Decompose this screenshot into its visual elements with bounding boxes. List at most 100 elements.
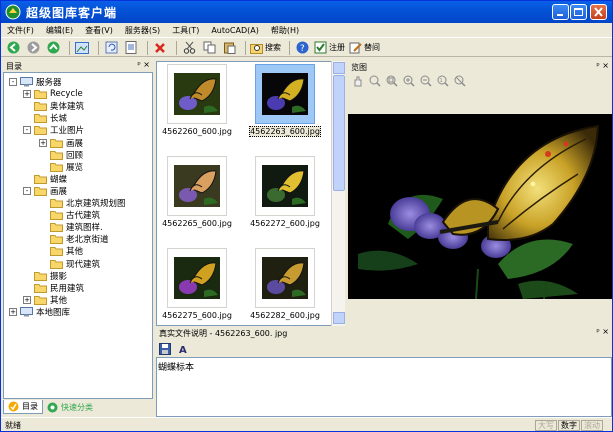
description-panel-title: 真实文件说明 - 4562263_600. jpg [159, 328, 288, 338]
status-text: 就绪 [5, 420, 21, 430]
tree-node[interactable]: 北京建筑规划图 [50, 197, 126, 209]
tree-node[interactable]: - 工业图片 [23, 124, 84, 136]
zoom-fit-icon[interactable] [369, 75, 381, 87]
thumbnail-filename-text: 4562260_600.jpg [162, 127, 232, 136]
zoom-window-icon[interactable] [386, 75, 398, 87]
tree-panel-pin-close[interactable]: ᵖ × [137, 60, 150, 69]
thumbnail-filename[interactable]: 4562265_600.jpg [157, 219, 237, 228]
thumbnail-list[interactable]: 4562260_600.jpg 4562263_600.jpg 4562265_60… [156, 61, 345, 326]
folder-icon [34, 114, 47, 124]
description-panel: 真实文件说明 - 4562263_600. jpg ᵖ × A 蝴蝶标本 [156, 327, 612, 417]
copy-button[interactable] [201, 40, 217, 56]
expand-toggle[interactable]: + [23, 295, 31, 304]
thumbnails-view-button[interactable] [74, 40, 90, 56]
rename-button[interactable]: 替间 [349, 40, 380, 56]
tree-node[interactable]: + 其他 [23, 294, 68, 306]
cut-button[interactable] [181, 40, 197, 56]
zoom-extents-icon[interactable] [454, 75, 466, 87]
tree-node[interactable]: + 本地图库 [9, 306, 70, 318]
tree-node[interactable]: 展览 [50, 161, 83, 173]
collapse-toggle[interactable]: - [23, 186, 31, 195]
maximize-button[interactable] [570, 4, 587, 20]
menu-tools[interactable]: 工具(T) [166, 25, 205, 36]
pan-hand-icon[interactable] [352, 75, 364, 87]
tree-node-label: 其他 [50, 295, 68, 306]
tab-quick-category[interactable]: 快速分类 [43, 400, 97, 414]
tree-node-label: Recycle [50, 89, 83, 100]
zoom-out-icon[interactable] [420, 75, 432, 87]
menu-autocad[interactable]: AutoCAD(A) [205, 26, 265, 35]
thumbnail-filename[interactable]: 4562275_600.jpg [157, 311, 237, 320]
tree-node[interactable]: + 画展 [39, 137, 84, 149]
tree-node[interactable]: 现代建筑 [50, 258, 100, 270]
thumbnail-filename[interactable]: 4562282_600.jpg [245, 311, 325, 320]
scroll-up-arrow[interactable] [333, 62, 345, 74]
folder-icon [50, 235, 63, 245]
tree-node[interactable]: 摄影 [34, 270, 67, 282]
thumbnail-filename[interactable]: 4562260_600.jpg [157, 127, 237, 136]
close-button[interactable] [590, 4, 607, 20]
expand-toggle[interactable]: + [9, 307, 17, 316]
tree-node[interactable]: 民用建筑 [34, 282, 84, 294]
font-icon[interactable]: A [177, 343, 189, 355]
search-button[interactable]: 搜索 [250, 40, 281, 56]
thumbnail-item[interactable] [167, 156, 227, 216]
tree-node[interactable]: 老北京街道 [50, 233, 109, 245]
expand-toggle[interactable]: + [39, 138, 47, 147]
register-button[interactable]: 注册 [314, 40, 345, 56]
expand-toggle[interactable]: + [23, 90, 31, 99]
refresh-button[interactable] [103, 40, 119, 56]
folder-icon [50, 259, 63, 269]
collapse-toggle[interactable]: - [9, 78, 17, 86]
back-button[interactable] [5, 40, 21, 56]
thumbnail-scrollbar[interactable] [331, 61, 345, 326]
tree-node[interactable]: 回顾 [50, 149, 83, 161]
scroll-thumb[interactable] [333, 75, 345, 191]
description-text[interactable]: 蝴蝶标本 [156, 357, 612, 417]
properties-button[interactable] [123, 40, 139, 56]
thumbnail-item[interactable] [167, 248, 227, 308]
title-bar[interactable]: 超级图库客户端 [1, 1, 612, 23]
thumbnail-filename[interactable]: 4562272_600.jpg [245, 219, 325, 228]
tree-node[interactable]: 蝴蝶 [34, 173, 67, 185]
forward-button[interactable] [25, 40, 41, 56]
zoom-in-icon[interactable] [403, 75, 415, 87]
menu-help[interactable]: 帮助(H) [265, 25, 305, 36]
thumbnail-filename[interactable]: 4562263_600.jpg [245, 126, 325, 137]
tree-node[interactable]: 古代建筑 [50, 209, 100, 221]
menu-edit[interactable]: 编辑(E) [40, 25, 79, 36]
panel-tabs: 目录 快速分类 [3, 400, 153, 415]
menu-file[interactable]: 文件(F) [1, 25, 40, 36]
menu-view[interactable]: 查看(V) [79, 25, 119, 36]
zoom-actual-icon[interactable]: 1 [437, 75, 449, 87]
minimize-button[interactable] [552, 4, 569, 20]
tree-node-label: 古代建筑 [66, 211, 101, 222]
help-button[interactable]: ? [294, 40, 310, 56]
save-icon[interactable] [159, 343, 171, 355]
tree-node[interactable]: 建筑图样. [50, 221, 103, 233]
paste-button[interactable] [221, 40, 237, 56]
up-button[interactable] [45, 40, 61, 56]
thumbnail-item[interactable] [255, 156, 315, 216]
tree-node-label: 蝴蝶 [50, 174, 68, 185]
thumbnail-item[interactable] [167, 64, 227, 124]
thumbnail-item[interactable] [255, 64, 315, 124]
tree-node[interactable]: + Recycle [23, 88, 83, 100]
menu-server[interactable]: 服务器(S) [119, 25, 166, 36]
description-panel-pin-close[interactable]: ᵖ × [596, 327, 609, 336]
scroll-down-arrow[interactable] [333, 312, 345, 324]
tree-node[interactable]: - 画展 [23, 185, 67, 197]
preview-panel-pin-close[interactable]: ᵖ × [596, 61, 609, 70]
thumbnail-item[interactable] [255, 248, 315, 308]
folder-icon [34, 271, 47, 281]
collapse-toggle[interactable]: - [23, 126, 31, 135]
directory-tree[interactable]: - 服务器 + Recycle 奥体建筑 长城 - 工业图片 + 画展 回顾 展览 蝴蝶 - 画展 北京建筑规… [3, 72, 153, 399]
tree-node[interactable]: 其他 [50, 245, 83, 257]
tab-directory[interactable]: 目录 [3, 400, 43, 414]
tree-node[interactable]: 长城 [34, 112, 67, 124]
delete-button[interactable] [152, 40, 168, 56]
tree-node[interactable]: 奥体建筑 [34, 100, 84, 112]
tree-node-label: 画展 [66, 138, 84, 149]
tree-node-label: 奥体建筑 [50, 102, 85, 113]
tree-node[interactable]: - 服务器 [9, 76, 62, 88]
